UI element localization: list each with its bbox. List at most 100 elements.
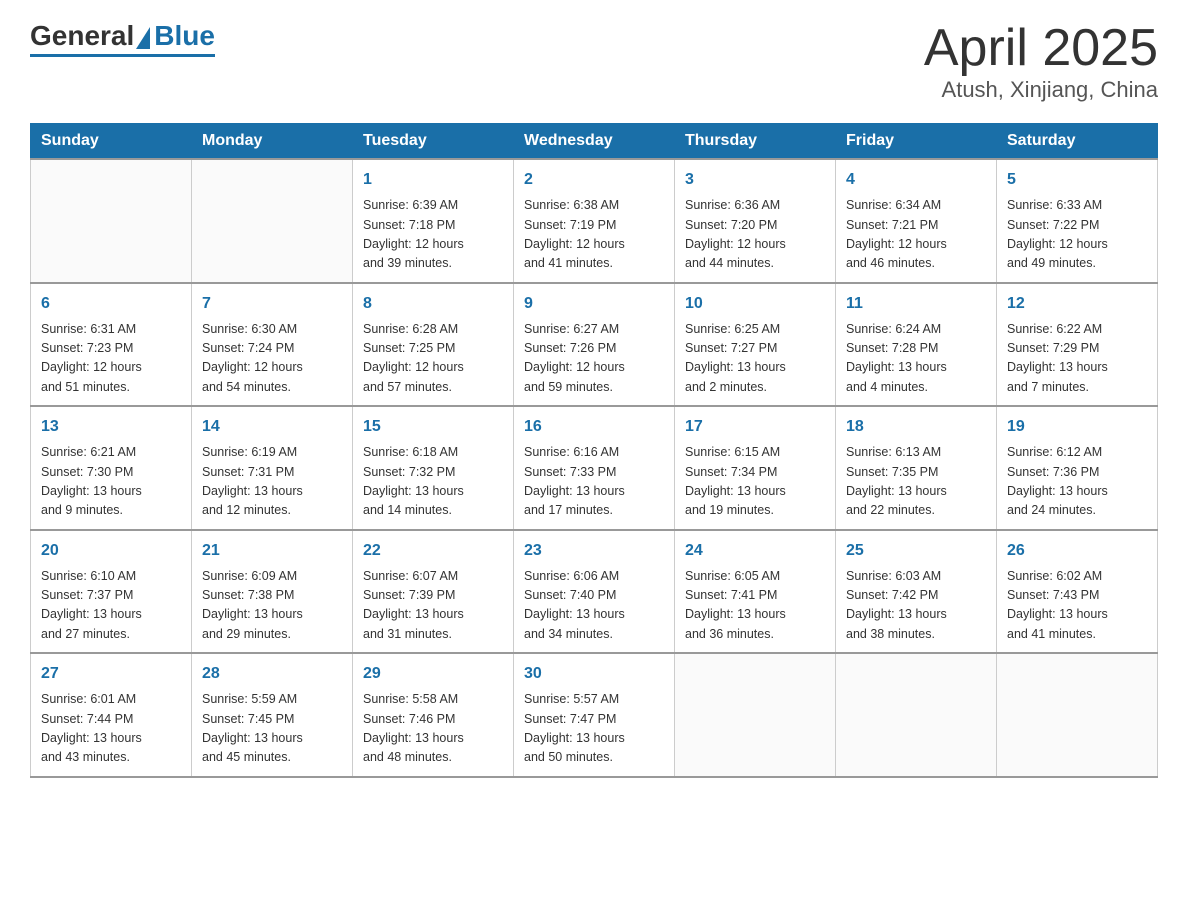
location-title: Atush, Xinjiang, China <box>924 77 1158 103</box>
calendar-header-friday: Friday <box>836 124 997 160</box>
day-info: Sunrise: 6:02 AM Sunset: 7:43 PM Dayligh… <box>1007 567 1147 645</box>
day-info: Sunrise: 6:22 AM Sunset: 7:29 PM Dayligh… <box>1007 320 1147 398</box>
day-info: Sunrise: 6:38 AM Sunset: 7:19 PM Dayligh… <box>524 196 664 274</box>
day-info: Sunrise: 5:58 AM Sunset: 7:46 PM Dayligh… <box>363 690 503 768</box>
day-info: Sunrise: 6:10 AM Sunset: 7:37 PM Dayligh… <box>41 567 181 645</box>
calendar-header-saturday: Saturday <box>997 124 1158 160</box>
day-number: 16 <box>524 415 664 439</box>
day-number: 17 <box>685 415 825 439</box>
calendar-week-row: 1 Sunrise: 6:39 AM Sunset: 7:18 PM Daylig… <box>31 159 1158 283</box>
day-info: Sunrise: 6:27 AM Sunset: 7:26 PM Dayligh… <box>524 320 664 398</box>
day-number: 14 <box>202 415 342 439</box>
day-info: Sunrise: 6:24 AM Sunset: 7:28 PM Dayligh… <box>846 320 986 398</box>
calendar-cell: 12 Sunrise: 6:22 AM Sunset: 7:29 PM Dayli… <box>997 283 1158 407</box>
day-info: Sunrise: 6:19 AM Sunset: 7:31 PM Dayligh… <box>202 443 342 521</box>
day-number: 6 <box>41 292 181 316</box>
day-info: Sunrise: 6:28 AM Sunset: 7:25 PM Dayligh… <box>363 320 503 398</box>
calendar-cell: 8 Sunrise: 6:28 AM Sunset: 7:25 PM Daylig… <box>353 283 514 407</box>
calendar-cell <box>31 159 192 283</box>
day-info: Sunrise: 6:12 AM Sunset: 7:36 PM Dayligh… <box>1007 443 1147 521</box>
calendar-cell: 6 Sunrise: 6:31 AM Sunset: 7:23 PM Daylig… <box>31 283 192 407</box>
calendar-cell: 23Sunrise: 6:06 AM Sunset: 7:40 PM Dayli… <box>514 530 675 654</box>
calendar-cell: 7Sunrise: 6:30 AM Sunset: 7:24 PM Daylig… <box>192 283 353 407</box>
calendar-week-row: 13 Sunrise: 6:21 AM Sunset: 7:30 PM Dayli… <box>31 406 1158 530</box>
calendar-cell: 4Sunrise: 6:34 AM Sunset: 7:21 PM Daylig… <box>836 159 997 283</box>
calendar-cell: 26 Sunrise: 6:02 AM Sunset: 7:43 PM Dayli… <box>997 530 1158 654</box>
calendar-cell: 14 Sunrise: 6:19 AM Sunset: 7:31 PM Dayli… <box>192 406 353 530</box>
logo-general-text: General <box>30 20 134 52</box>
day-number: 15 <box>363 415 503 439</box>
day-info: Sunrise: 6:30 AM Sunset: 7:24 PM Dayligh… <box>202 320 342 398</box>
calendar-cell <box>675 653 836 777</box>
calendar-cell: 25 Sunrise: 6:03 AM Sunset: 7:42 PM Dayli… <box>836 530 997 654</box>
day-number: 25 <box>846 539 986 563</box>
day-info: Sunrise: 6:07 AM Sunset: 7:39 PM Dayligh… <box>363 567 503 645</box>
page-header: General Blue April 2025 Atush, Xinjiang,… <box>30 20 1158 103</box>
day-number: 1 <box>363 168 503 192</box>
calendar-header-row: SundayMondayTuesdayWednesdayThursdayFrid… <box>31 124 1158 160</box>
day-number: 21 <box>202 539 342 563</box>
logo-triangle-icon <box>136 27 150 49</box>
day-info: Sunrise: 6:36 AM Sunset: 7:20 PM Dayligh… <box>685 196 825 274</box>
day-number: 5 <box>1007 168 1147 192</box>
calendar-cell: 19 Sunrise: 6:12 AM Sunset: 7:36 PM Dayli… <box>997 406 1158 530</box>
day-number: 20 <box>41 539 181 563</box>
day-number: 10 <box>685 292 825 316</box>
calendar-cell <box>836 653 997 777</box>
day-number: 3 <box>685 168 825 192</box>
calendar-cell: 5 Sunrise: 6:33 AM Sunset: 7:22 PM Daylig… <box>997 159 1158 283</box>
calendar-cell: 1 Sunrise: 6:39 AM Sunset: 7:18 PM Daylig… <box>353 159 514 283</box>
day-number: 28 <box>202 662 342 686</box>
day-info: Sunrise: 6:33 AM Sunset: 7:22 PM Dayligh… <box>1007 196 1147 274</box>
day-info: Sunrise: 6:31 AM Sunset: 7:23 PM Dayligh… <box>41 320 181 398</box>
calendar-cell: 29 Sunrise: 5:58 AM Sunset: 7:46 PM Dayli… <box>353 653 514 777</box>
calendar-cell: 24Sunrise: 6:05 AM Sunset: 7:41 PM Dayli… <box>675 530 836 654</box>
logo-blue-text: Blue <box>154 20 215 52</box>
logo-underline <box>30 54 215 57</box>
day-info: Sunrise: 5:57 AM Sunset: 7:47 PM Dayligh… <box>524 690 664 768</box>
day-number: 12 <box>1007 292 1147 316</box>
day-number: 9 <box>524 292 664 316</box>
calendar-cell: 3 Sunrise: 6:36 AM Sunset: 7:20 PM Daylig… <box>675 159 836 283</box>
calendar-cell: 27Sunrise: 6:01 AM Sunset: 7:44 PM Dayli… <box>31 653 192 777</box>
day-info: Sunrise: 5:59 AM Sunset: 7:45 PM Dayligh… <box>202 690 342 768</box>
calendar-table: SundayMondayTuesdayWednesdayThursdayFrid… <box>30 123 1158 778</box>
calendar-cell: 20 Sunrise: 6:10 AM Sunset: 7:37 PM Dayli… <box>31 530 192 654</box>
calendar-cell <box>192 159 353 283</box>
calendar-cell: 11Sunrise: 6:24 AM Sunset: 7:28 PM Dayli… <box>836 283 997 407</box>
calendar-cell: 10 Sunrise: 6:25 AM Sunset: 7:27 PM Dayli… <box>675 283 836 407</box>
day-number: 8 <box>363 292 503 316</box>
calendar-cell: 9 Sunrise: 6:27 AM Sunset: 7:26 PM Daylig… <box>514 283 675 407</box>
calendar-cell: 16Sunrise: 6:16 AM Sunset: 7:33 PM Dayli… <box>514 406 675 530</box>
calendar-cell: 18 Sunrise: 6:13 AM Sunset: 7:35 PM Dayli… <box>836 406 997 530</box>
calendar-cell: 17Sunrise: 6:15 AM Sunset: 7:34 PM Dayli… <box>675 406 836 530</box>
calendar-cell: 13 Sunrise: 6:21 AM Sunset: 7:30 PM Dayli… <box>31 406 192 530</box>
calendar-cell: 28 Sunrise: 5:59 AM Sunset: 7:45 PM Dayli… <box>192 653 353 777</box>
day-info: Sunrise: 6:01 AM Sunset: 7:44 PM Dayligh… <box>41 690 181 768</box>
day-number: 13 <box>41 415 181 439</box>
day-info: Sunrise: 6:18 AM Sunset: 7:32 PM Dayligh… <box>363 443 503 521</box>
day-number: 19 <box>1007 415 1147 439</box>
day-info: Sunrise: 6:13 AM Sunset: 7:35 PM Dayligh… <box>846 443 986 521</box>
day-info: Sunrise: 6:21 AM Sunset: 7:30 PM Dayligh… <box>41 443 181 521</box>
calendar-cell: 2Sunrise: 6:38 AM Sunset: 7:19 PM Daylig… <box>514 159 675 283</box>
logo: General Blue <box>30 20 215 57</box>
day-info: Sunrise: 6:25 AM Sunset: 7:27 PM Dayligh… <box>685 320 825 398</box>
title-area: April 2025 Atush, Xinjiang, China <box>924 20 1158 103</box>
calendar-cell <box>997 653 1158 777</box>
calendar-header-wednesday: Wednesday <box>514 124 675 160</box>
day-info: Sunrise: 6:09 AM Sunset: 7:38 PM Dayligh… <box>202 567 342 645</box>
day-number: 24 <box>685 539 825 563</box>
calendar-cell: 15 Sunrise: 6:18 AM Sunset: 7:32 PM Dayli… <box>353 406 514 530</box>
day-info: Sunrise: 6:03 AM Sunset: 7:42 PM Dayligh… <box>846 567 986 645</box>
calendar-cell: 30 Sunrise: 5:57 AM Sunset: 7:47 PM Dayli… <box>514 653 675 777</box>
calendar-header-monday: Monday <box>192 124 353 160</box>
day-number: 30 <box>524 662 664 686</box>
day-number: 29 <box>363 662 503 686</box>
day-number: 18 <box>846 415 986 439</box>
day-number: 26 <box>1007 539 1147 563</box>
day-number: 22 <box>363 539 503 563</box>
calendar-header-tuesday: Tuesday <box>353 124 514 160</box>
day-info: Sunrise: 6:39 AM Sunset: 7:18 PM Dayligh… <box>363 196 503 274</box>
calendar-header-thursday: Thursday <box>675 124 836 160</box>
